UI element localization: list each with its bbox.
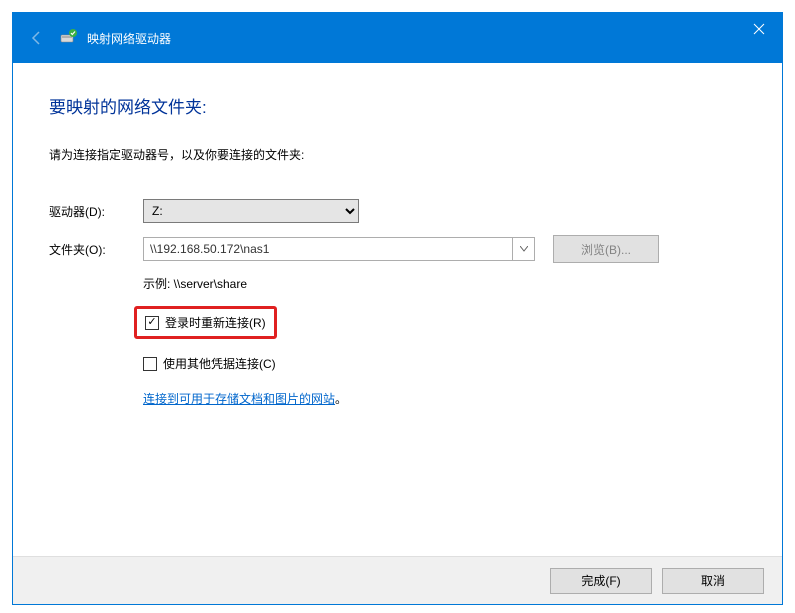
drive-label: 驱动器(D): — [49, 203, 143, 220]
reconnect-checkbox-row[interactable]: 登录时重新连接(R) — [134, 306, 277, 339]
back-arrow-icon — [23, 24, 51, 52]
reconnect-checkbox[interactable] — [145, 316, 159, 330]
folder-dropdown-button[interactable] — [513, 237, 535, 261]
cancel-button[interactable]: 取消 — [662, 568, 764, 594]
page-heading: 要映射的网络文件夹: — [49, 93, 736, 118]
titlebar: 映射网络驱动器 — [13, 13, 782, 63]
other-creds-checkbox[interactable] — [143, 357, 157, 371]
drive-row: 驱动器(D): Z: — [49, 199, 736, 223]
reconnect-label: 登录时重新连接(R) — [165, 314, 266, 331]
network-drive-icon — [59, 28, 79, 48]
browse-button: 浏览(B)... — [553, 235, 659, 263]
other-creds-checkbox-row[interactable]: 使用其他凭据连接(C) — [143, 351, 736, 376]
instruction-text: 请为连接指定驱动器号，以及你要连接的文件夹: — [49, 146, 736, 163]
window-title: 映射网络驱动器 — [87, 30, 171, 47]
map-network-drive-window: 映射网络驱动器 要映射的网络文件夹: 请为连接指定驱动器号，以及你要连接的文件夹… — [12, 12, 783, 605]
content-area: 要映射的网络文件夹: 请为连接指定驱动器号，以及你要连接的文件夹: 驱动器(D)… — [13, 63, 782, 556]
link-row: 连接到可用于存储文档和图片的网站。 — [143, 384, 736, 407]
folder-input[interactable] — [143, 237, 513, 261]
close-button[interactable] — [736, 13, 782, 45]
link-suffix: 。 — [335, 392, 347, 406]
other-creds-label: 使用其他凭据连接(C) — [163, 355, 276, 372]
reconnect-wrapper: 登录时重新连接(R) — [143, 306, 736, 351]
folder-row: 文件夹(O): 浏览(B)... — [49, 235, 736, 263]
connect-website-link[interactable]: 连接到可用于存储文档和图片的网站 — [143, 390, 335, 407]
footer: 完成(F) 取消 — [13, 556, 782, 604]
finish-button[interactable]: 完成(F) — [550, 568, 652, 594]
example-text: 示例: \\server\share — [143, 275, 736, 292]
folder-label: 文件夹(O): — [49, 241, 143, 258]
drive-select[interactable]: Z: — [143, 199, 359, 223]
